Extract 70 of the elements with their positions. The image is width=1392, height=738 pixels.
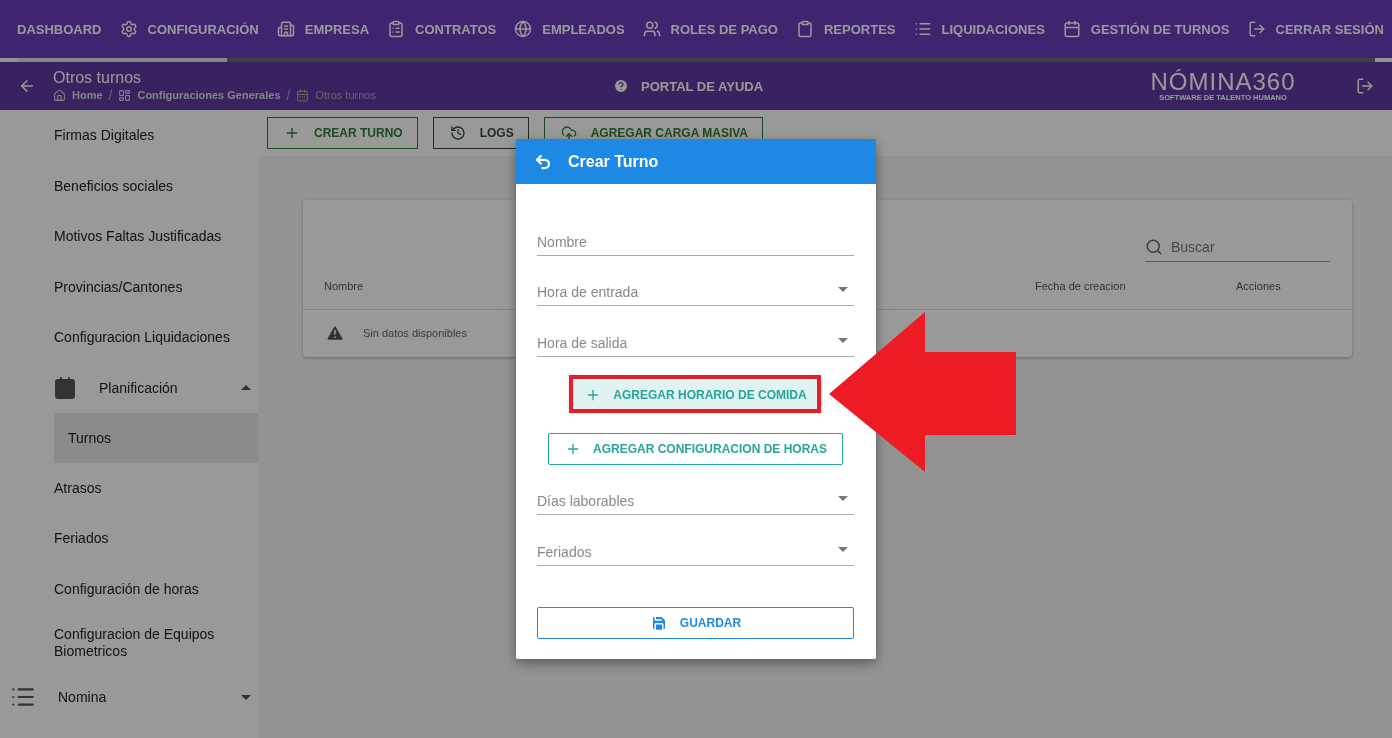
sidebar-item[interactable]: Configuracion Liquidaciones (0, 312, 259, 363)
dialog-title: Crear Turno (568, 152, 659, 171)
help-icon (613, 78, 629, 94)
nav-icon (1247, 20, 1266, 38)
sidebar-group[interactable]: Planificación (0, 362, 259, 413)
nav-item[interactable]: EMPLEADOS (514, 20, 625, 38)
caret-icon (838, 496, 848, 501)
search-field[interactable]: Buscar (1145, 239, 1330, 262)
caret-icon (838, 546, 848, 552)
nav-item[interactable]: LIQUIDACIONES (913, 20, 1045, 38)
page-title: Otros turnos (53, 69, 143, 87)
search-icon (1145, 238, 1163, 256)
input-field[interactable]: Nombre (537, 205, 854, 256)
nav-item[interactable]: CERRAR SESIÓN (1247, 20, 1384, 38)
nav-icon (642, 20, 661, 38)
empty-message: Sin datos disponibles (363, 327, 467, 339)
logo-name: NÓMINA360 (1150, 70, 1296, 95)
breadcrumb-icon (53, 88, 66, 102)
sidebar-item[interactable]: Configuración de horas (0, 563, 259, 614)
column-header[interactable]: Acciones (1236, 279, 1352, 292)
toolbar-button[interactable]: LOGS (432, 117, 529, 149)
nav-item[interactable]: ROLES DE PAGO (642, 20, 778, 38)
sidebar-item[interactable]: Provincias/Cantones (0, 261, 259, 312)
select-field[interactable]: Feriados (537, 515, 854, 566)
logout-icon[interactable] (1356, 77, 1374, 95)
nav-item[interactable]: REPORTES (796, 20, 896, 38)
breadcrumb-separator: / (286, 87, 291, 103)
nav-icon (119, 20, 138, 38)
help-link[interactable]: PORTAL DE AYUDA (613, 78, 1123, 94)
back-icon[interactable] (18, 77, 36, 95)
calendar-icon (53, 375, 77, 400)
nav-icon (387, 20, 406, 38)
back-icon[interactable] (534, 152, 552, 171)
breadcrumb-icon (296, 88, 310, 102)
caret-icon (838, 337, 848, 343)
caret-icon (838, 287, 848, 292)
sidebar-item[interactable]: Firmas Digitales (0, 110, 259, 161)
toolbar-button[interactable]: CREAR TURNO (267, 117, 418, 149)
add-button[interactable]: AGREGAR CONFIGURACION DE HORAS (548, 432, 843, 465)
nav-item[interactable]: GESTIÓN DE TURNOS (1062, 20, 1230, 38)
nav-icon (1062, 20, 1081, 38)
nav-item[interactable]: CONFIGURACIÓN (119, 20, 259, 38)
nav-item[interactable]: EMPRESA (276, 20, 370, 38)
column-header[interactable]: Fecha de creacion (1035, 279, 1236, 292)
save-button[interactable]: GUARDAR (537, 606, 854, 639)
sidebar-item[interactable]: Feriados (0, 513, 259, 564)
nav-icon (276, 20, 295, 38)
history-icon (449, 125, 466, 141)
sidebar-item[interactable]: Motivos Faltas Justificadas (0, 211, 259, 262)
plus-icon (284, 125, 300, 141)
nav-icon (913, 20, 932, 38)
select-field[interactable]: Hora de entrada (537, 255, 854, 306)
breadcrumb-link[interactable]: Otros turnos (315, 89, 376, 101)
nav-icon (514, 20, 533, 38)
breadcrumb-link[interactable]: Configuraciones Generales (137, 89, 281, 101)
breadcrumb-link[interactable]: Home (72, 89, 103, 101)
upload-icon (560, 125, 577, 141)
sidebar-item[interactable]: Turnos (54, 412, 259, 463)
nav-item[interactable]: CONTRATOS (387, 20, 497, 38)
warning-icon (325, 323, 345, 343)
nav-icon (796, 20, 814, 38)
breadcrumb-icon (118, 88, 132, 102)
select-field[interactable]: Hora de salida (537, 306, 854, 357)
sidebar-group[interactable]: Nomina (0, 672, 259, 722)
nav-item[interactable]: DASHBOARD (17, 21, 102, 37)
breadcrumb-separator: / (108, 87, 113, 103)
sidebar-item[interactable]: Beneficios sociales (0, 160, 259, 211)
sidebar-item[interactable]: Configuracion de Equipos Biometricos (0, 614, 259, 672)
select-field[interactable]: Días laborables (537, 464, 854, 515)
add-button[interactable]: AGREGAR HORARIO DE COMIDA (568, 380, 823, 410)
